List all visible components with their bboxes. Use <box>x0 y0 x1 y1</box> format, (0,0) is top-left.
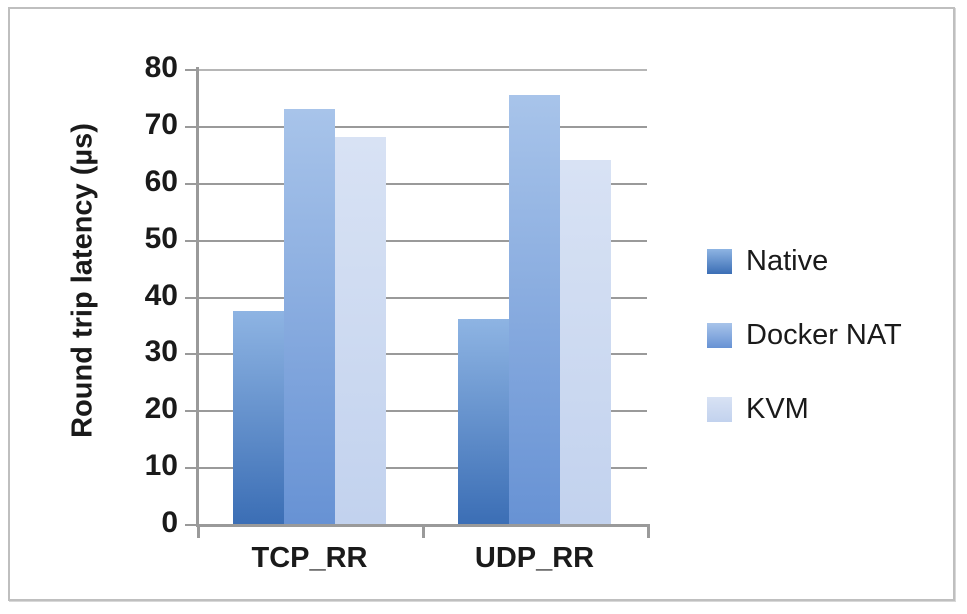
y-tick-label-50: 50 <box>144 221 178 255</box>
legend-swatch-icon-docker-nat <box>707 322 732 348</box>
y-tick-label-60: 60 <box>144 164 178 198</box>
legend-item-native: Native <box>707 224 902 298</box>
y-tick-label-40: 40 <box>144 278 178 312</box>
bar-tcp_rr-kvm <box>335 137 386 524</box>
y-tick-label-0: 0 <box>161 506 178 539</box>
legend-swatch-icon-kvm <box>707 396 732 422</box>
bar-tcp_rr-docker-nat <box>284 108 335 524</box>
y-axis-line <box>196 67 199 526</box>
legend-label: Native <box>746 244 829 277</box>
bar-udp_rr-docker-nat <box>509 94 560 524</box>
bar-udp_rr-native <box>458 319 509 524</box>
x-category-label-tcp_rr: TCP_RR <box>251 542 368 574</box>
y-axis-title: Round trip latency (µs) <box>66 123 99 438</box>
y-tick-label-20: 20 <box>144 392 178 426</box>
legend-swatch-icon-native <box>707 248 732 274</box>
chart-screenshot: Round trip latency (µs) 0 10 20 30 40 50 60 70 8… <box>0 0 967 614</box>
bar-udp_rr-kvm <box>560 160 611 524</box>
x-tick-0 <box>197 524 200 538</box>
gridline-70 <box>197 125 647 128</box>
bar-tcp_rr-native <box>233 310 284 524</box>
legend-item-kvm: KVM <box>707 372 902 446</box>
legend-label: KVM <box>746 392 809 425</box>
plot-area <box>197 69 647 526</box>
chart-frame: Round trip latency (µs) 0 10 20 30 40 50 60 70 8… <box>8 7 955 601</box>
x-tick-1 <box>422 524 425 538</box>
y-tick-label-80: 80 <box>144 51 178 84</box>
legend-item-docker-nat: Docker NAT <box>707 298 902 372</box>
chart-legend: Native Docker NAT KVM <box>707 224 902 446</box>
y-axis-tick-labels: 0 10 20 30 40 50 60 70 80 <box>110 9 178 614</box>
y-tick-label-70: 70 <box>144 107 178 141</box>
gridline-80 <box>197 69 647 71</box>
legend-label: Docker NAT <box>746 318 902 351</box>
y-tick-label-30: 30 <box>144 335 178 369</box>
x-tick-2 <box>647 524 650 538</box>
x-category-label-udp_rr: UDP_RR <box>474 542 595 574</box>
y-tick-label-10: 10 <box>144 449 178 483</box>
